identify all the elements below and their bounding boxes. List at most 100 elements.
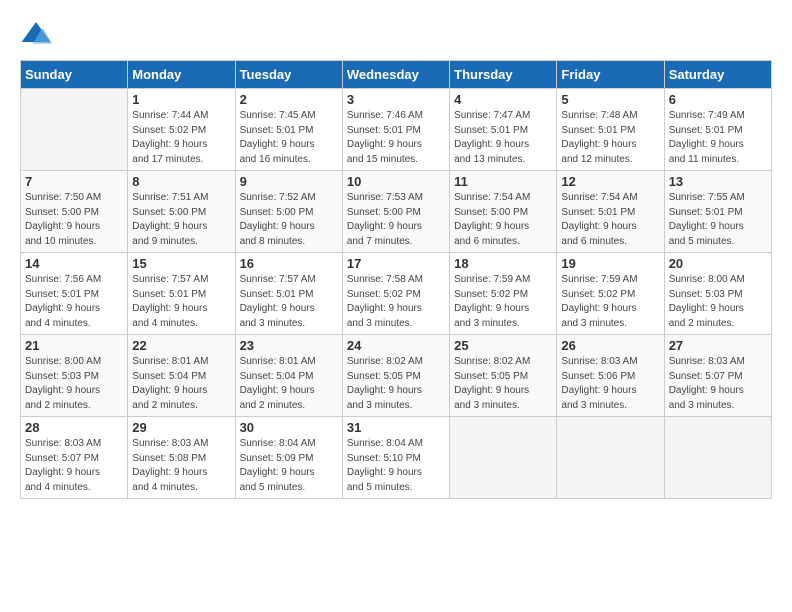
calendar-cell: 17Sunrise: 7:58 AMSunset: 5:02 PMDayligh… <box>342 253 449 335</box>
day-info: Sunrise: 7:47 AMSunset: 5:01 PMDaylight:… <box>454 109 552 167</box>
calendar-week-row: 21Sunrise: 8:00 AMSunset: 5:03 PMDayligh… <box>21 335 772 417</box>
calendar-week-row: 7 Sunrise: 7:50 AMSunset: 5:00 PMDaylight… <box>21 171 772 253</box>
calendar-cell: 24 Sunrise: 8:02 AMSunset: 5:05 PMDayligh… <box>342 335 449 417</box>
day-info: Sunrise: 8:00 AMSunset: 5:03 PMDaylight:… <box>25 355 123 413</box>
day-number: 2 <box>240 92 338 107</box>
calendar-week-row: 1 Sunrise: 7:44 AMSunset: 5:02 PMDaylight… <box>21 89 772 171</box>
calendar-cell: 7 Sunrise: 7:50 AMSunset: 5:00 PMDaylight… <box>21 171 128 253</box>
day-number: 28 <box>25 420 123 435</box>
calendar-cell: 31 Sunrise: 8:04 AMSunset: 5:10 PMDayligh… <box>342 417 449 499</box>
day-number: 9 <box>240 174 338 189</box>
calendar-cell: 12Sunrise: 7:54 AMSunset: 5:01 PMDayligh… <box>557 171 664 253</box>
header <box>20 18 772 50</box>
calendar-cell: 14 Sunrise: 7:56 AMSunset: 5:01 PMDayligh… <box>21 253 128 335</box>
calendar-cell: 25Sunrise: 8:02 AMSunset: 5:05 PMDayligh… <box>450 335 557 417</box>
calendar-header-saturday: Saturday <box>664 61 771 89</box>
day-info: Sunrise: 8:03 AMSunset: 5:08 PMDaylight:… <box>132 437 230 495</box>
day-number: 16 <box>240 256 338 271</box>
day-number: 6 <box>669 92 767 107</box>
day-number: 29 <box>132 420 230 435</box>
calendar-week-row: 14 Sunrise: 7:56 AMSunset: 5:01 PMDayligh… <box>21 253 772 335</box>
day-number: 24 <box>347 338 445 353</box>
calendar-cell: 11 Sunrise: 7:54 AMSunset: 5:00 PMDayligh… <box>450 171 557 253</box>
calendar-header-wednesday: Wednesday <box>342 61 449 89</box>
logo-icon <box>20 18 52 50</box>
day-number: 14 <box>25 256 123 271</box>
day-number: 17 <box>347 256 445 271</box>
calendar-cell: 20 Sunrise: 8:00 AMSunset: 5:03 PMDayligh… <box>664 253 771 335</box>
day-info: Sunrise: 8:03 AMSunset: 5:07 PMDaylight:… <box>669 355 767 413</box>
calendar-cell: 5 Sunrise: 7:48 AMSunset: 5:01 PMDaylight… <box>557 89 664 171</box>
calendar-cell: 19 Sunrise: 7:59 AMSunset: 5:02 PMDayligh… <box>557 253 664 335</box>
day-info: Sunrise: 7:54 AMSunset: 5:00 PMDaylight:… <box>454 191 552 249</box>
day-info: Sunrise: 8:03 AMSunset: 5:07 PMDaylight:… <box>25 437 123 495</box>
day-number: 22 <box>132 338 230 353</box>
day-info: Sunrise: 7:50 AMSunset: 5:00 PMDaylight:… <box>25 191 123 249</box>
day-info: Sunrise: 8:04 AMSunset: 5:09 PMDaylight:… <box>240 437 338 495</box>
calendar-header-thursday: Thursday <box>450 61 557 89</box>
day-info: Sunrise: 7:53 AMSunset: 5:00 PMDaylight:… <box>347 191 445 249</box>
calendar-cell <box>664 417 771 499</box>
day-number: 5 <box>561 92 659 107</box>
day-number: 23 <box>240 338 338 353</box>
day-number: 10 <box>347 174 445 189</box>
day-info: Sunrise: 7:46 AMSunset: 5:01 PMDaylight:… <box>347 109 445 167</box>
calendar-cell <box>450 417 557 499</box>
day-number: 11 <box>454 174 552 189</box>
day-info: Sunrise: 7:44 AMSunset: 5:02 PMDaylight:… <box>132 109 230 167</box>
day-number: 18 <box>454 256 552 271</box>
day-number: 31 <box>347 420 445 435</box>
logo <box>20 18 56 50</box>
day-number: 4 <box>454 92 552 107</box>
day-number: 13 <box>669 174 767 189</box>
day-number: 15 <box>132 256 230 271</box>
calendar-cell: 29 Sunrise: 8:03 AMSunset: 5:08 PMDayligh… <box>128 417 235 499</box>
calendar-header-row: SundayMondayTuesdayWednesdayThursdayFrid… <box>21 61 772 89</box>
calendar-cell: 21Sunrise: 8:00 AMSunset: 5:03 PMDayligh… <box>21 335 128 417</box>
calendar-cell: 23 Sunrise: 8:01 AMSunset: 5:04 PMDayligh… <box>235 335 342 417</box>
calendar-header-sunday: Sunday <box>21 61 128 89</box>
calendar-table: SundayMondayTuesdayWednesdayThursdayFrid… <box>20 60 772 499</box>
day-info: Sunrise: 8:00 AMSunset: 5:03 PMDaylight:… <box>669 273 767 331</box>
calendar-cell: 6Sunrise: 7:49 AMSunset: 5:01 PMDaylight… <box>664 89 771 171</box>
calendar-cell: 28 Sunrise: 8:03 AMSunset: 5:07 PMDayligh… <box>21 417 128 499</box>
day-info: Sunrise: 8:03 AMSunset: 5:06 PMDaylight:… <box>561 355 659 413</box>
day-info: Sunrise: 7:57 AMSunset: 5:01 PMDaylight:… <box>240 273 338 331</box>
day-info: Sunrise: 7:51 AMSunset: 5:00 PMDaylight:… <box>132 191 230 249</box>
calendar-cell: 10 Sunrise: 7:53 AMSunset: 5:00 PMDayligh… <box>342 171 449 253</box>
calendar-week-row: 28 Sunrise: 8:03 AMSunset: 5:07 PMDayligh… <box>21 417 772 499</box>
day-info: Sunrise: 8:01 AMSunset: 5:04 PMDaylight:… <box>240 355 338 413</box>
day-info: Sunrise: 7:45 AMSunset: 5:01 PMDaylight:… <box>240 109 338 167</box>
calendar-cell: 3 Sunrise: 7:46 AMSunset: 5:01 PMDaylight… <box>342 89 449 171</box>
calendar-cell: 26Sunrise: 8:03 AMSunset: 5:06 PMDayligh… <box>557 335 664 417</box>
calendar-cell: 13 Sunrise: 7:55 AMSunset: 5:01 PMDayligh… <box>664 171 771 253</box>
page-container: SundayMondayTuesdayWednesdayThursdayFrid… <box>0 0 792 509</box>
day-info: Sunrise: 7:52 AMSunset: 5:00 PMDaylight:… <box>240 191 338 249</box>
calendar-cell: 18 Sunrise: 7:59 AMSunset: 5:02 PMDayligh… <box>450 253 557 335</box>
day-info: Sunrise: 8:02 AMSunset: 5:05 PMDaylight:… <box>347 355 445 413</box>
calendar-cell: 15 Sunrise: 7:57 AMSunset: 5:01 PMDayligh… <box>128 253 235 335</box>
day-info: Sunrise: 8:02 AMSunset: 5:05 PMDaylight:… <box>454 355 552 413</box>
day-info: Sunrise: 7:48 AMSunset: 5:01 PMDaylight:… <box>561 109 659 167</box>
day-info: Sunrise: 7:55 AMSunset: 5:01 PMDaylight:… <box>669 191 767 249</box>
day-number: 1 <box>132 92 230 107</box>
day-info: Sunrise: 7:59 AMSunset: 5:02 PMDaylight:… <box>561 273 659 331</box>
calendar-cell: 22 Sunrise: 8:01 AMSunset: 5:04 PMDayligh… <box>128 335 235 417</box>
day-number: 20 <box>669 256 767 271</box>
day-info: Sunrise: 7:56 AMSunset: 5:01 PMDaylight:… <box>25 273 123 331</box>
calendar-cell: 27Sunrise: 8:03 AMSunset: 5:07 PMDayligh… <box>664 335 771 417</box>
day-info: Sunrise: 7:57 AMSunset: 5:01 PMDaylight:… <box>132 273 230 331</box>
day-number: 19 <box>561 256 659 271</box>
calendar-cell <box>21 89 128 171</box>
calendar-header-monday: Monday <box>128 61 235 89</box>
day-number: 7 <box>25 174 123 189</box>
calendar-cell: 9 Sunrise: 7:52 AMSunset: 5:00 PMDaylight… <box>235 171 342 253</box>
calendar-cell: 30Sunrise: 8:04 AMSunset: 5:09 PMDayligh… <box>235 417 342 499</box>
calendar-cell: 16 Sunrise: 7:57 AMSunset: 5:01 PMDayligh… <box>235 253 342 335</box>
day-number: 12 <box>561 174 659 189</box>
day-info: Sunrise: 7:59 AMSunset: 5:02 PMDaylight:… <box>454 273 552 331</box>
calendar-header-friday: Friday <box>557 61 664 89</box>
day-info: Sunrise: 8:04 AMSunset: 5:10 PMDaylight:… <box>347 437 445 495</box>
day-info: Sunrise: 8:01 AMSunset: 5:04 PMDaylight:… <box>132 355 230 413</box>
day-number: 3 <box>347 92 445 107</box>
